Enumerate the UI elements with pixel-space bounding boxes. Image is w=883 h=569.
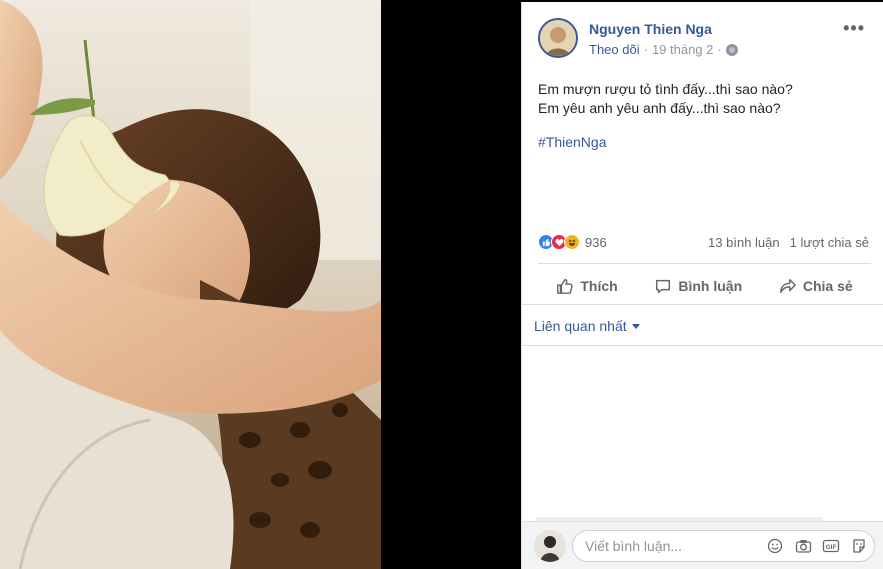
comment-icon	[656, 279, 671, 294]
photo-viewer: Nguyen Thien Nga Theo dõi · 19 tháng 2 ·…	[0, 0, 883, 569]
post-panel: Nguyen Thien Nga Theo dõi · 19 tháng 2 ·…	[521, 2, 883, 569]
sort-label: Liên quan nhất	[534, 318, 627, 334]
comment-input[interactable]	[585, 531, 755, 561]
reactions-summary[interactable]: 936	[538, 234, 607, 250]
divider-sort	[522, 345, 883, 346]
haha-reaction-icon	[564, 234, 580, 250]
globe-icon	[725, 43, 738, 56]
svg-text:GIF: GIF	[826, 544, 837, 551]
post-meta: Theo dõi · 19 tháng 2 ·	[589, 42, 738, 57]
share-label: Chia sẻ	[802, 278, 853, 294]
comment-label: Bình luận	[678, 278, 743, 294]
thumbs-up-icon	[557, 278, 574, 294]
more-options-icon[interactable]: •••	[843, 18, 865, 39]
meta-separator-2: ·	[717, 42, 722, 57]
action-bar: Thích Bình luận Chia sẻ	[538, 268, 871, 304]
share-button[interactable]: Chia sẻ	[779, 277, 853, 295]
post-header: Nguyen Thien Nga Theo dõi · 19 tháng 2 ·…	[538, 18, 871, 62]
post-stats: 936 13 bình luận 1 lượt chia sẻ	[538, 232, 869, 252]
post-line-2: Em yêu anh yêu anh đấy...thì sao nào?	[538, 100, 781, 116]
post-text: Em mượn rượu tỏ tình đấy...thì sao nào? …	[538, 80, 867, 118]
comment-sort-dropdown[interactable]: Liên quan nhất	[534, 318, 640, 334]
reaction-count[interactable]: 936	[585, 235, 607, 250]
user-avatar-illustration	[534, 530, 566, 562]
comment-input-wrapper: GIF	[572, 530, 875, 562]
author-avatar[interactable]	[538, 18, 578, 58]
composer-icons: GIF	[766, 537, 868, 555]
follow-link[interactable]: Theo dõi	[589, 42, 640, 57]
share-count[interactable]: 1 lượt chia sẻ	[790, 235, 869, 250]
hashtag-link[interactable]: #ThienNga	[538, 134, 607, 150]
divider-actions	[522, 304, 883, 305]
user-avatar[interactable]	[534, 530, 566, 562]
post-photo[interactable]	[0, 0, 381, 569]
like-button[interactable]: Thích	[556, 277, 618, 295]
emoji-icon[interactable]	[766, 537, 784, 555]
comment-count[interactable]: 13 bình luận	[708, 235, 780, 250]
post-date[interactable]: 19 tháng 2	[652, 42, 713, 57]
camera-icon[interactable]	[794, 537, 812, 555]
meta-separator: ·	[643, 42, 648, 57]
author-name[interactable]: Nguyen Thien Nga	[589, 21, 712, 37]
post-line-1: Em mượn rượu tỏ tình đấy...thì sao nào?	[538, 81, 793, 97]
caret-down-icon	[631, 323, 640, 329]
like-label: Thích	[580, 278, 618, 294]
divider-top	[538, 263, 871, 264]
gif-icon[interactable]: GIF	[822, 537, 840, 555]
sticker-icon[interactable]	[850, 537, 868, 555]
avatar-illustration	[540, 20, 576, 56]
photo-illustration	[0, 0, 381, 569]
stats-right: 13 bình luận 1 lượt chia sẻ	[708, 235, 869, 250]
share-icon	[779, 278, 796, 294]
comment-button[interactable]: Bình luận	[654, 277, 742, 295]
comment-composer: GIF	[522, 521, 883, 569]
